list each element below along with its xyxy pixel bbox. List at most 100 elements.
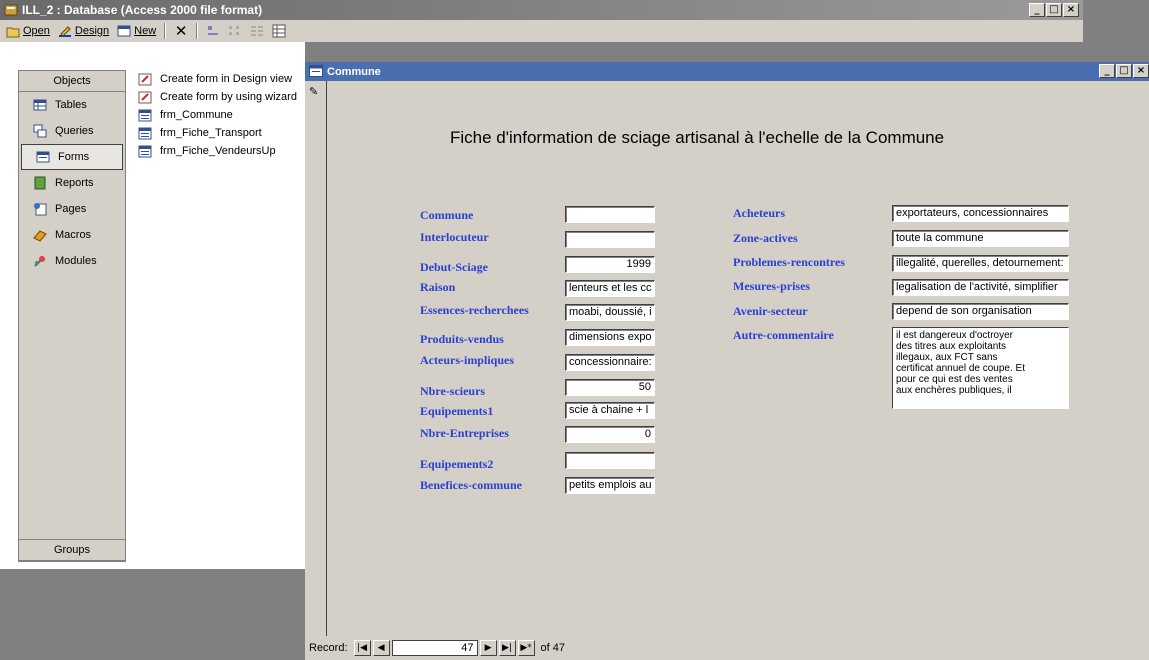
objects-item-label: Pages	[55, 203, 87, 215]
label-zone-actives: Zone-actives	[733, 231, 798, 245]
new-button[interactable]: New	[117, 24, 156, 38]
design-label: Design	[74, 25, 110, 37]
objects-item-macros[interactable]: Macros	[19, 222, 125, 248]
objects-item-modules[interactable]: Modules	[19, 248, 125, 274]
memo-line: illegaux, aux FCT sans	[896, 352, 998, 363]
toolbar-separator	[196, 23, 199, 39]
new-record-button[interactable]: ▶*	[517, 640, 535, 656]
label-produits-vendus: Produits-vendus	[420, 332, 504, 346]
new-label: New	[134, 25, 157, 37]
field-autre-commentaire[interactable]: il est dangereux d'octroyer des titres a…	[892, 327, 1069, 409]
form-title: Commune	[327, 65, 381, 78]
open-label: Open	[23, 25, 50, 37]
form-close-button[interactable]: ×	[1133, 64, 1149, 78]
label-acheteurs: Acheteurs	[733, 206, 785, 220]
field-produits-vendus[interactable]: dimensions expo	[565, 329, 655, 346]
small-icons-icon[interactable]	[228, 24, 242, 38]
objects-header[interactable]: Objects	[19, 71, 125, 92]
list-item-label: frm_Fiche_VendeursUp	[160, 145, 276, 157]
field-problemes-rencontres[interactable]: illegalité, querelles, detournement:	[892, 255, 1069, 272]
list-item[interactable]: Create form in Design view	[130, 70, 305, 88]
field-nbre-entreprises[interactable]: 0	[565, 426, 655, 443]
field-benefices-commune[interactable]: petits emplois au	[565, 477, 655, 494]
design-icon	[58, 24, 72, 38]
field-equipements1[interactable]: scie à chaine + l	[565, 402, 655, 419]
delete-icon[interactable]: ✕	[174, 24, 188, 39]
label-acteurs-impliques: Acteurs-impliques	[420, 353, 514, 367]
minimize-button[interactable]: _	[1029, 3, 1045, 17]
pencil-icon: ✎	[309, 86, 319, 98]
first-record-button[interactable]: |◀	[353, 640, 371, 656]
field-raison[interactable]: lenteurs et les cc	[565, 280, 655, 297]
close-button[interactable]: ×	[1063, 3, 1079, 17]
list-view-icon[interactable]	[250, 24, 264, 38]
objects-item-tables[interactable]: Tables	[19, 92, 125, 118]
module-icon	[33, 254, 47, 268]
record-selector[interactable]: ✎	[305, 81, 327, 636]
list-item[interactable]: frm_Fiche_Transport	[130, 124, 305, 142]
field-nbre-scieurs[interactable]: 50	[565, 379, 655, 396]
form-window-icon	[309, 64, 323, 79]
label-essences-recherchees: Essences-recherchees	[420, 303, 529, 317]
list-item[interactable]: Create form by using wizard	[130, 88, 305, 106]
form-restore-button[interactable]: □	[1116, 64, 1132, 78]
restore-button[interactable]: □	[1046, 3, 1062, 17]
previous-record-button[interactable]: ◀	[372, 640, 390, 656]
design-view-icon	[138, 73, 152, 86]
objects-item-forms[interactable]: Forms	[21, 144, 123, 170]
form-icon	[138, 127, 152, 140]
label-nbre-scieurs: Nbre-scieurs	[420, 384, 486, 398]
list-item-label: frm_Fiche_Transport	[160, 127, 262, 139]
label-problemes-rencontres: Problemes-rencontres	[733, 255, 845, 269]
large-icons-icon[interactable]	[206, 24, 220, 38]
objects-item-reports[interactable]: Reports	[19, 170, 125, 196]
details-view-icon[interactable]	[272, 24, 286, 38]
label-debut-sciage: Debut-Sciage	[420, 260, 488, 274]
field-zone-actives[interactable]: toute la commune	[892, 230, 1069, 247]
list-item-label: frm_Commune	[160, 109, 233, 121]
memo-line: pour ce qui est des ventes	[896, 374, 1013, 385]
list-item-label: Create form by using wizard	[160, 91, 297, 103]
form-icon	[138, 109, 152, 122]
field-avenir-secteur[interactable]: depend de son organisation	[892, 303, 1069, 320]
memo-line: des titres aux exploitants	[896, 341, 1007, 352]
access-app-icon	[4, 3, 18, 17]
objects-item-queries[interactable]: Queries	[19, 118, 125, 144]
objects-item-label: Forms	[58, 151, 90, 163]
field-acteurs-impliques[interactable]: concessionnaire:	[565, 354, 655, 371]
objects-item-label: Queries	[55, 125, 94, 137]
open-button[interactable]: Open	[6, 24, 50, 38]
db-window-background	[0, 569, 305, 660]
list-item[interactable]: frm_Fiche_VendeursUp	[130, 142, 305, 160]
table-icon	[33, 98, 47, 112]
label-benefices-commune: Benefices-commune	[420, 478, 522, 492]
list-item[interactable]: frm_Commune	[130, 106, 305, 124]
field-commune[interactable]	[565, 206, 655, 223]
form-title-bar: Commune _ □ ×	[305, 62, 1149, 81]
objects-item-label: Reports	[55, 177, 94, 189]
toolbar-separator	[164, 23, 167, 39]
field-equipements2[interactable]	[565, 452, 655, 469]
record-count: of 47	[540, 642, 565, 654]
groups-button[interactable]: Groups	[18, 539, 126, 561]
field-acheteurs[interactable]: exportateurs, concessionnaires	[892, 205, 1069, 222]
label-raison: Raison	[420, 280, 456, 294]
current-record-input[interactable]: 47	[391, 640, 478, 656]
open-icon	[6, 24, 20, 38]
objects-item-pages[interactable]: Pages	[19, 196, 125, 222]
label-nbre-entreprises: Nbre-Entreprises	[420, 426, 509, 440]
objects-item-label: Modules	[55, 255, 97, 267]
memo-line: aux enchères publiques, il	[896, 385, 1012, 396]
field-essences-recherchees[interactable]: moabi, doussié, i	[565, 304, 655, 321]
field-debut-sciage[interactable]: 1999	[565, 256, 655, 273]
memo-line: il est dangereux d'octroyer	[896, 330, 1013, 341]
label-equipements1: Equipements1	[420, 404, 494, 418]
report-icon	[33, 176, 47, 190]
last-record-button[interactable]: ▶|	[498, 640, 516, 656]
design-button[interactable]: Design	[58, 24, 109, 38]
next-record-button[interactable]: ▶	[479, 640, 497, 656]
field-mesures-prises[interactable]: legalisation de l'activité, simplifier	[892, 279, 1069, 296]
form-minimize-button[interactable]: _	[1099, 64, 1115, 78]
label-commune: Commune	[420, 208, 474, 222]
field-interlocuteur[interactable]	[565, 231, 655, 248]
